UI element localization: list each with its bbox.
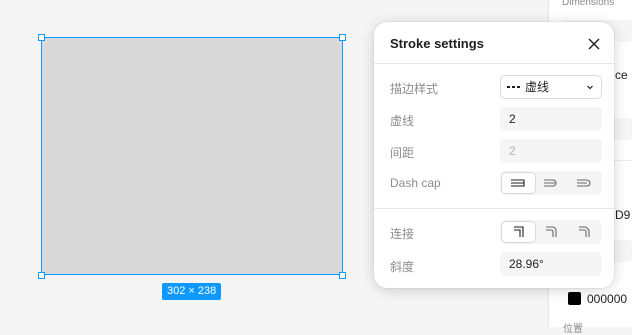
dash-cap-label: Dash cap xyxy=(390,176,441,190)
dimensions-badge: 302 × 238 xyxy=(162,283,222,300)
stroke-style-value: 虚线 xyxy=(525,80,550,94)
stroke-color-swatch[interactable] xyxy=(568,292,581,305)
round-join-icon xyxy=(546,226,557,237)
cap-square-icon xyxy=(576,179,591,187)
dash-cap-segmented-control xyxy=(500,171,602,195)
resize-handle-top-left[interactable] xyxy=(38,34,45,41)
popover-divider xyxy=(374,208,614,209)
miter-join-icon xyxy=(514,226,524,237)
popover-title: Stroke settings xyxy=(390,36,484,51)
dashed-line-icon xyxy=(507,86,521,88)
stroke-style-select[interactable]: 虚线 xyxy=(500,75,602,99)
panel-section-label: 位置 xyxy=(563,324,583,335)
rectangle-shape[interactable] xyxy=(41,37,343,275)
cap-round-icon xyxy=(544,179,557,187)
resize-handle-top-right[interactable] xyxy=(339,34,346,41)
join-segmented-control xyxy=(500,220,602,244)
dash-cap-none-button[interactable] xyxy=(502,173,535,193)
gap-input[interactable]: 2 xyxy=(500,139,602,163)
miter-label: 斜度 xyxy=(390,260,415,274)
resize-handle-bottom-left[interactable] xyxy=(38,272,45,279)
popover-divider xyxy=(374,63,614,64)
stroke-style-label: 描边样式 xyxy=(390,82,439,96)
join-round-button[interactable] xyxy=(535,222,568,242)
stroke-settings-popover: Stroke settings 描边样式 虚线 虚线 2 间距 2 Dash c… xyxy=(374,22,614,288)
close-icon xyxy=(588,38,600,50)
dash-cap-round-button[interactable] xyxy=(535,173,568,193)
join-miter-button[interactable] xyxy=(502,222,535,242)
fill-hex-fragment: D9 xyxy=(615,208,631,222)
close-button[interactable] xyxy=(584,34,604,54)
dash-input[interactable]: 2 xyxy=(500,107,602,131)
join-bevel-button[interactable] xyxy=(567,222,600,242)
dash-cap-square-button[interactable] xyxy=(567,173,600,193)
bevel-join-icon xyxy=(578,226,590,237)
resize-handle-bottom-right[interactable] xyxy=(339,272,346,279)
dimensions-section-title: Dimensions xyxy=(562,0,615,8)
chevron-down-icon xyxy=(587,85,593,90)
gap-label: 间距 xyxy=(390,146,415,160)
join-label: 连接 xyxy=(390,227,415,241)
miter-angle-input[interactable]: 28.96° xyxy=(500,252,602,276)
cap-none-icon xyxy=(511,179,525,187)
panel-text-fragment: ce xyxy=(615,68,628,82)
stroke-hex-value[interactable]: 000000 xyxy=(587,292,627,306)
dash-label: 虚线 xyxy=(390,114,415,128)
